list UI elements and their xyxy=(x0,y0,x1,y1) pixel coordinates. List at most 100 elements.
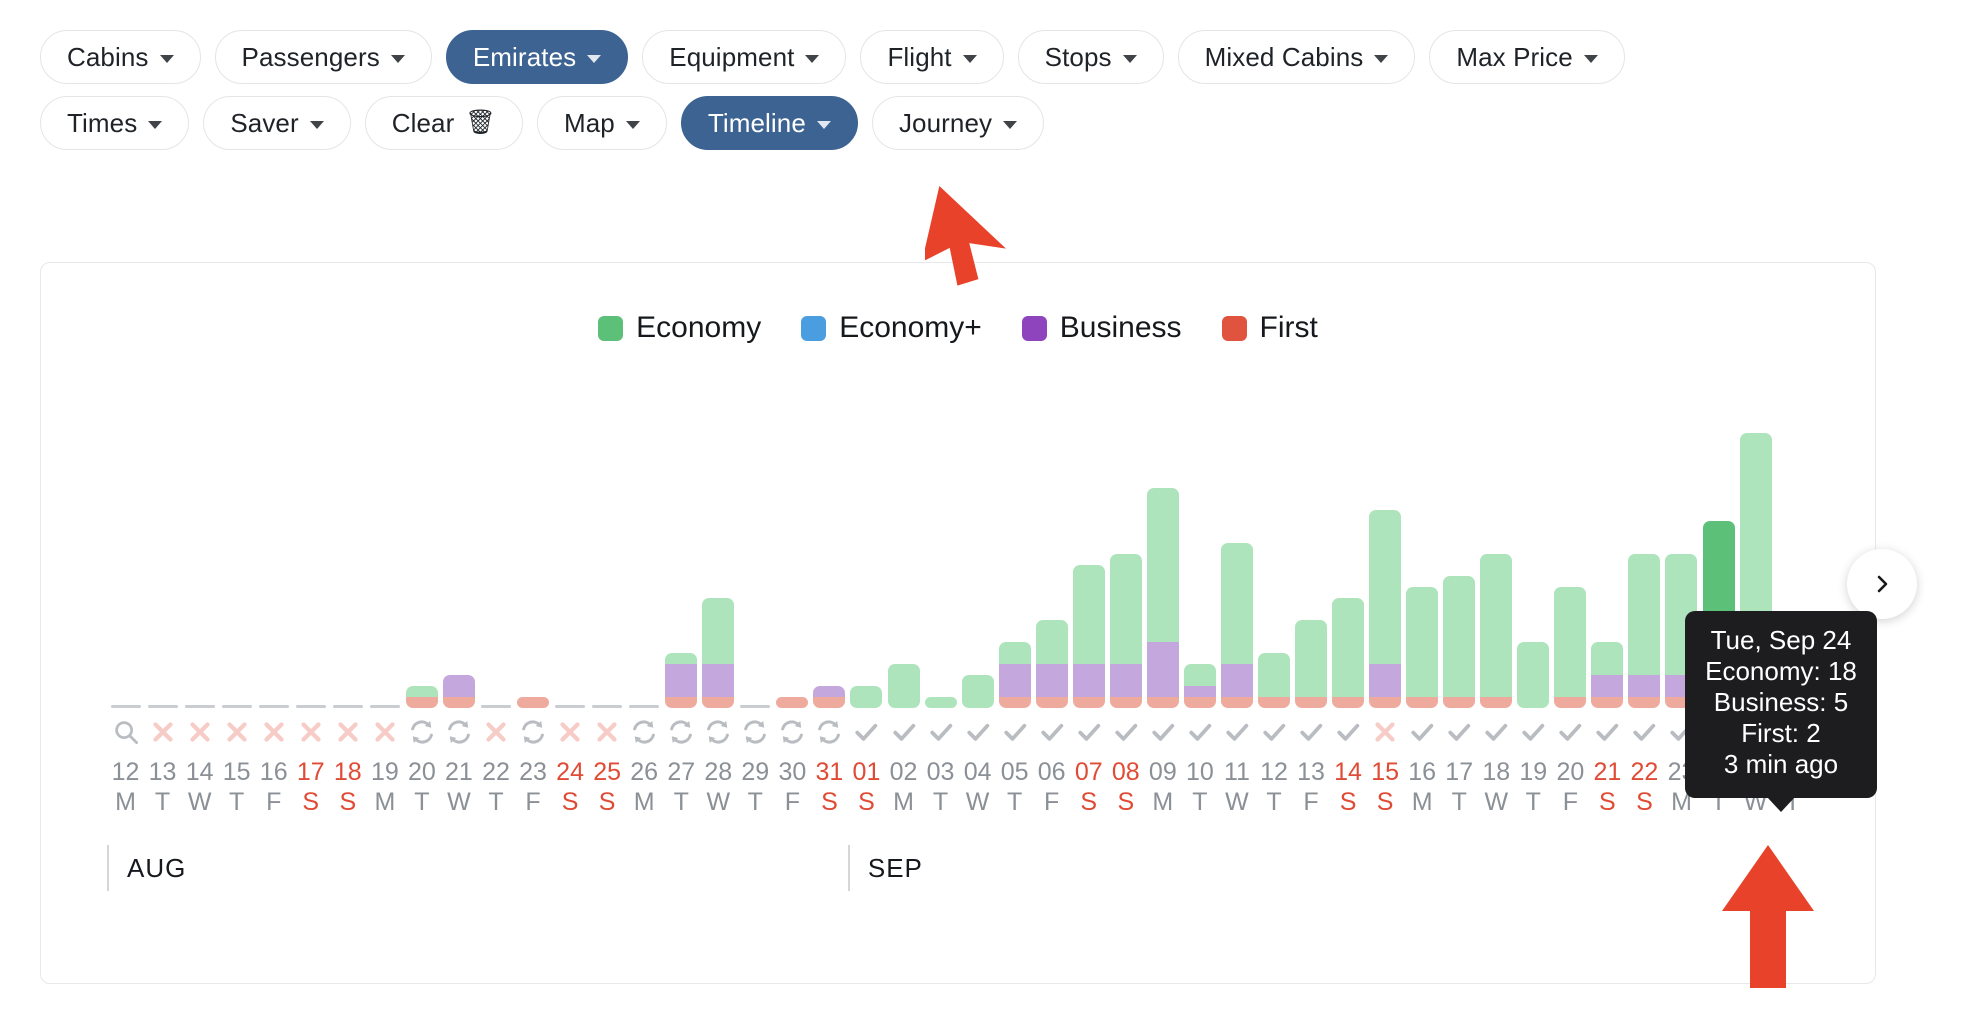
next-page-button[interactable] xyxy=(1847,549,1917,619)
timeline-bar-column[interactable] xyxy=(1070,433,1107,708)
date-axis-cell[interactable]: 31 S xyxy=(811,757,848,819)
timeline-bar-column[interactable] xyxy=(1181,433,1218,708)
day-status-cell[interactable] xyxy=(403,715,440,749)
day-status-cell[interactable] xyxy=(811,715,848,749)
timeline-bar-column[interactable] xyxy=(218,433,255,708)
day-status-cell[interactable] xyxy=(552,715,589,749)
timeline-bar-column[interactable] xyxy=(255,433,292,708)
stacked-bar[interactable] xyxy=(1480,554,1513,708)
day-status-cell[interactable] xyxy=(996,715,1033,749)
date-axis-cell[interactable]: 10 T xyxy=(1181,757,1218,819)
filter-chip-clear[interactable]: Clear 🗑 xyxy=(364,96,523,150)
stacked-bar[interactable] xyxy=(405,686,438,708)
timeline-bar-column[interactable] xyxy=(440,433,477,708)
timeline-bar-column[interactable] xyxy=(1033,433,1070,708)
timeline-bar-column[interactable] xyxy=(848,433,885,708)
timeline-bar-column[interactable] xyxy=(477,433,514,708)
stacked-bar[interactable] xyxy=(961,675,994,708)
timeline-bar-column[interactable] xyxy=(515,433,552,708)
day-status-cell[interactable] xyxy=(1515,715,1552,749)
stacked-bar[interactable] xyxy=(442,675,475,708)
stacked-bar[interactable] xyxy=(517,697,550,708)
day-status-cell[interactable] xyxy=(959,715,996,749)
timeline-bar-column[interactable] xyxy=(552,433,589,708)
date-axis-cell[interactable]: 07 S xyxy=(1070,757,1107,819)
stacked-bar[interactable] xyxy=(924,697,957,708)
date-axis-cell[interactable]: 21 S xyxy=(1589,757,1626,819)
filter-chip-flight[interactable]: Flight xyxy=(860,30,1004,84)
stacked-bar[interactable] xyxy=(1628,554,1661,708)
date-axis-cell[interactable]: 24 S xyxy=(552,757,589,819)
day-status-cell[interactable] xyxy=(589,715,626,749)
timeline-bar-column[interactable] xyxy=(1589,433,1626,708)
date-axis-cell[interactable]: 30 F xyxy=(774,757,811,819)
date-axis-cell[interactable]: 23 F xyxy=(515,757,552,819)
day-status-cell[interactable] xyxy=(1218,715,1255,749)
day-status-cell[interactable] xyxy=(1107,715,1144,749)
date-axis-cell[interactable]: 14 S xyxy=(1330,757,1367,819)
timeline-bar-column[interactable] xyxy=(1441,433,1478,708)
date-axis-cell[interactable]: 13 F xyxy=(1293,757,1330,819)
date-axis-cell[interactable]: 04 W xyxy=(959,757,996,819)
timeline-bar-column[interactable] xyxy=(292,433,329,708)
date-axis-cell[interactable]: 03 T xyxy=(922,757,959,819)
date-axis-cell[interactable]: 15 S xyxy=(1367,757,1404,819)
filter-chip-saver[interactable]: Saver xyxy=(203,96,351,150)
day-status-cell[interactable] xyxy=(848,715,885,749)
stacked-bar[interactable] xyxy=(850,686,883,708)
day-status-cell[interactable] xyxy=(1589,715,1626,749)
date-axis-cell[interactable]: 19 M xyxy=(366,757,403,819)
date-axis-cell[interactable]: 16 F xyxy=(255,757,292,819)
filter-chip-emirates[interactable]: Emirates xyxy=(445,30,629,84)
timeline-bar-column[interactable] xyxy=(589,433,626,708)
date-axis-cell[interactable]: 17 T xyxy=(1441,757,1478,819)
day-status-cell[interactable] xyxy=(1033,715,1070,749)
timeline-bar-column[interactable] xyxy=(663,433,700,708)
day-status-cell[interactable] xyxy=(366,715,403,749)
day-status-cell[interactable] xyxy=(1626,715,1663,749)
stacked-bar[interactable] xyxy=(1220,543,1253,708)
date-axis-cell[interactable]: 01 S xyxy=(848,757,885,819)
date-axis-cell[interactable]: 29 T xyxy=(737,757,774,819)
day-status-cell[interactable] xyxy=(292,715,329,749)
timeline-bar-column[interactable] xyxy=(329,433,366,708)
day-status-cell[interactable] xyxy=(218,715,255,749)
day-status-cell[interactable] xyxy=(329,715,366,749)
legend-item-economy[interactable]: Economy xyxy=(598,311,761,345)
stacked-bar[interactable] xyxy=(1257,653,1290,708)
day-status-cell[interactable] xyxy=(440,715,477,749)
filter-chip-timeline[interactable]: Timeline xyxy=(680,96,858,150)
filter-chip-times[interactable]: Times xyxy=(40,96,190,150)
stacked-bar[interactable] xyxy=(1554,587,1587,708)
date-axis-cell[interactable]: 15 T xyxy=(218,757,255,819)
day-status-cell[interactable] xyxy=(1144,715,1181,749)
timeline-bar-column[interactable] xyxy=(403,433,440,708)
day-status-cell[interactable] xyxy=(1293,715,1330,749)
timeline-bar-column[interactable] xyxy=(1404,433,1441,708)
filter-chip-max-price[interactable]: Max Price xyxy=(1429,30,1625,84)
stacked-bar[interactable] xyxy=(1332,598,1365,708)
date-axis-cell[interactable]: 27 T xyxy=(663,757,700,819)
timeline-bar-column[interactable] xyxy=(1478,433,1515,708)
date-axis-cell[interactable]: 08 S xyxy=(1107,757,1144,819)
day-status-cell[interactable] xyxy=(626,715,663,749)
timeline-bar-column[interactable] xyxy=(1367,433,1404,708)
timeline-bar-column[interactable] xyxy=(366,433,403,708)
date-axis-cell[interactable]: 13 T xyxy=(144,757,181,819)
date-axis-cell[interactable]: 05 T xyxy=(996,757,1033,819)
day-status-cell[interactable] xyxy=(515,715,552,749)
stacked-bar[interactable] xyxy=(665,653,698,708)
day-status-cell[interactable] xyxy=(1404,715,1441,749)
timeline-bar-column[interactable] xyxy=(1293,433,1330,708)
stacked-bar[interactable] xyxy=(1295,620,1328,708)
timeline-bar-column[interactable] xyxy=(1552,433,1589,708)
timeline-bar-column[interactable] xyxy=(959,433,996,708)
date-axis-cell[interactable]: 25 S xyxy=(589,757,626,819)
timeline-bar-column[interactable] xyxy=(144,433,181,708)
timeline-bar-column[interactable] xyxy=(626,433,663,708)
day-status-cell[interactable] xyxy=(1478,715,1515,749)
date-axis-cell[interactable]: 12 T xyxy=(1255,757,1292,819)
date-axis-cell[interactable]: 18 W xyxy=(1478,757,1515,819)
stacked-bar[interactable] xyxy=(813,686,846,708)
day-status-cell[interactable] xyxy=(700,715,737,749)
